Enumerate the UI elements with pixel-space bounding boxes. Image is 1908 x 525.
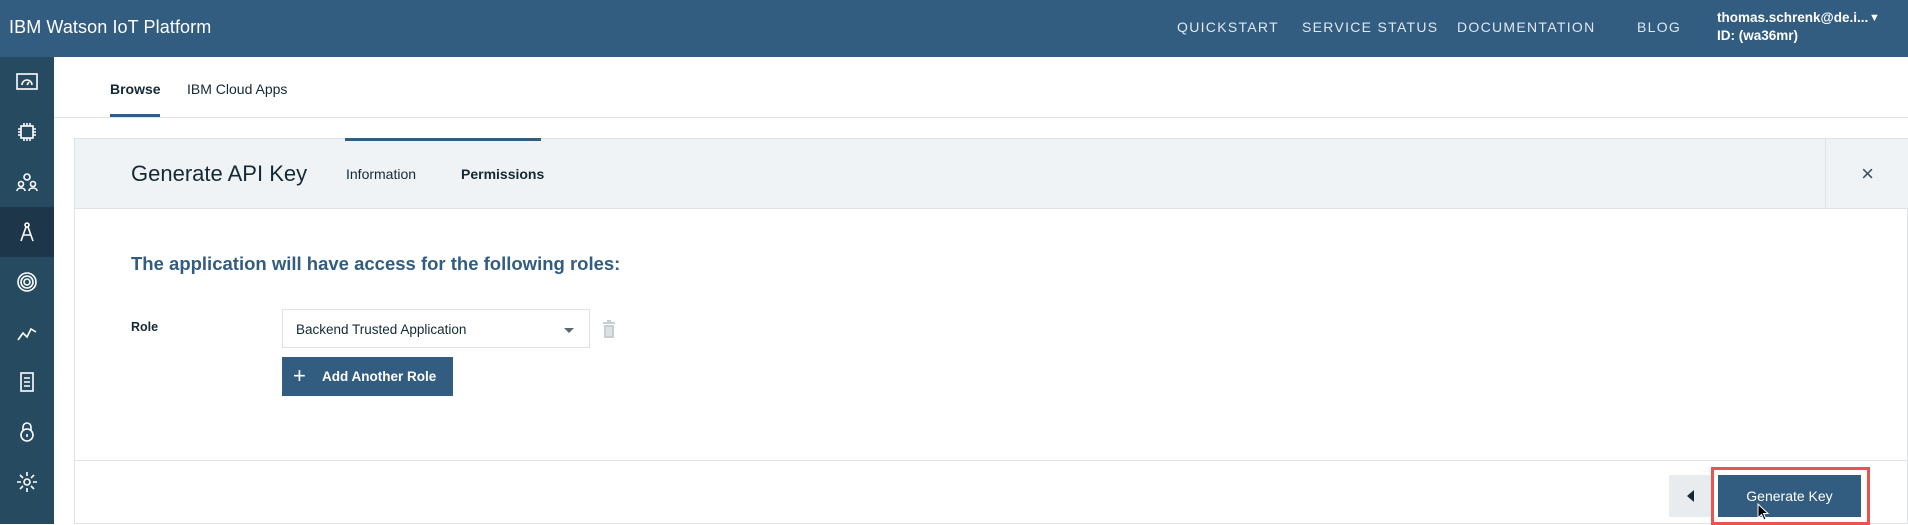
role-label: Role [131,320,159,334]
rules-icon[interactable] [0,257,54,307]
tab-ibm-cloud-apps[interactable]: IBM Cloud Apps [187,81,287,97]
caret-down-icon[interactable]: ▼ [1869,12,1880,24]
step-information[interactable]: Information [346,166,416,182]
devices-icon[interactable] [0,107,54,157]
generate-api-key-dialog: Generate API Key Information Permissions… [74,138,1908,525]
sub-tabs: Browse IBM Cloud Apps [54,57,1908,118]
extensions-icon[interactable] [0,357,54,407]
user-id: ID: (wa36mr) [1717,28,1799,43]
dashboard-icon[interactable] [0,57,54,107]
plus-icon: + [293,363,306,388]
add-role-label: Add Another Role [322,369,437,384]
chevron-left-icon [1687,490,1694,502]
close-button[interactable]: × [1825,139,1908,209]
user-menu[interactable]: thomas.schrenk@de.i... ID: (wa36mr) [1717,9,1868,45]
top-header: IBM Watson IoT Platform QUICKSTART SERVI… [0,0,1908,57]
security-icon[interactable] [0,407,54,457]
apps-icon[interactable] [0,207,54,257]
tab-browse[interactable]: Browse [110,81,161,97]
mouse-cursor-icon [1757,503,1770,521]
platform-title[interactable]: IBM Watson IoT Platform [9,17,211,38]
step-permissions[interactable]: Permissions [461,166,544,182]
dialog-header: Generate API Key Information Permissions… [75,138,1908,209]
back-button[interactable] [1669,475,1712,517]
trash-icon[interactable] [602,320,616,338]
nav-documentation[interactable]: DOCUMENTATION [1457,19,1595,35]
left-rail [0,57,54,524]
chevron-down-icon [564,328,574,333]
roles-heading: The application will have access for the… [131,253,621,274]
settings-icon[interactable] [0,457,54,507]
close-icon: × [1861,161,1874,186]
nav-blog[interactable]: BLOG [1637,19,1681,35]
add-role-button[interactable]: + Add Another Role [282,357,453,396]
dialog-title: Generate API Key [131,161,308,186]
role-select[interactable]: Backend Trusted Application [282,309,590,348]
tab-active-indicator [110,114,160,117]
footer-divider [75,460,1908,461]
nav-service-status[interactable]: SERVICE STATUS [1302,19,1438,35]
role-select-value: Backend Trusted Application [296,322,467,337]
members-icon[interactable] [0,157,54,207]
nav-quickstart[interactable]: QUICKSTART [1177,19,1279,35]
usage-icon[interactable] [0,307,54,357]
generate-key-button[interactable]: Generate Key [1718,475,1861,517]
step-indicator [345,138,541,141]
user-email: thomas.schrenk@de.i... [1717,10,1869,25]
